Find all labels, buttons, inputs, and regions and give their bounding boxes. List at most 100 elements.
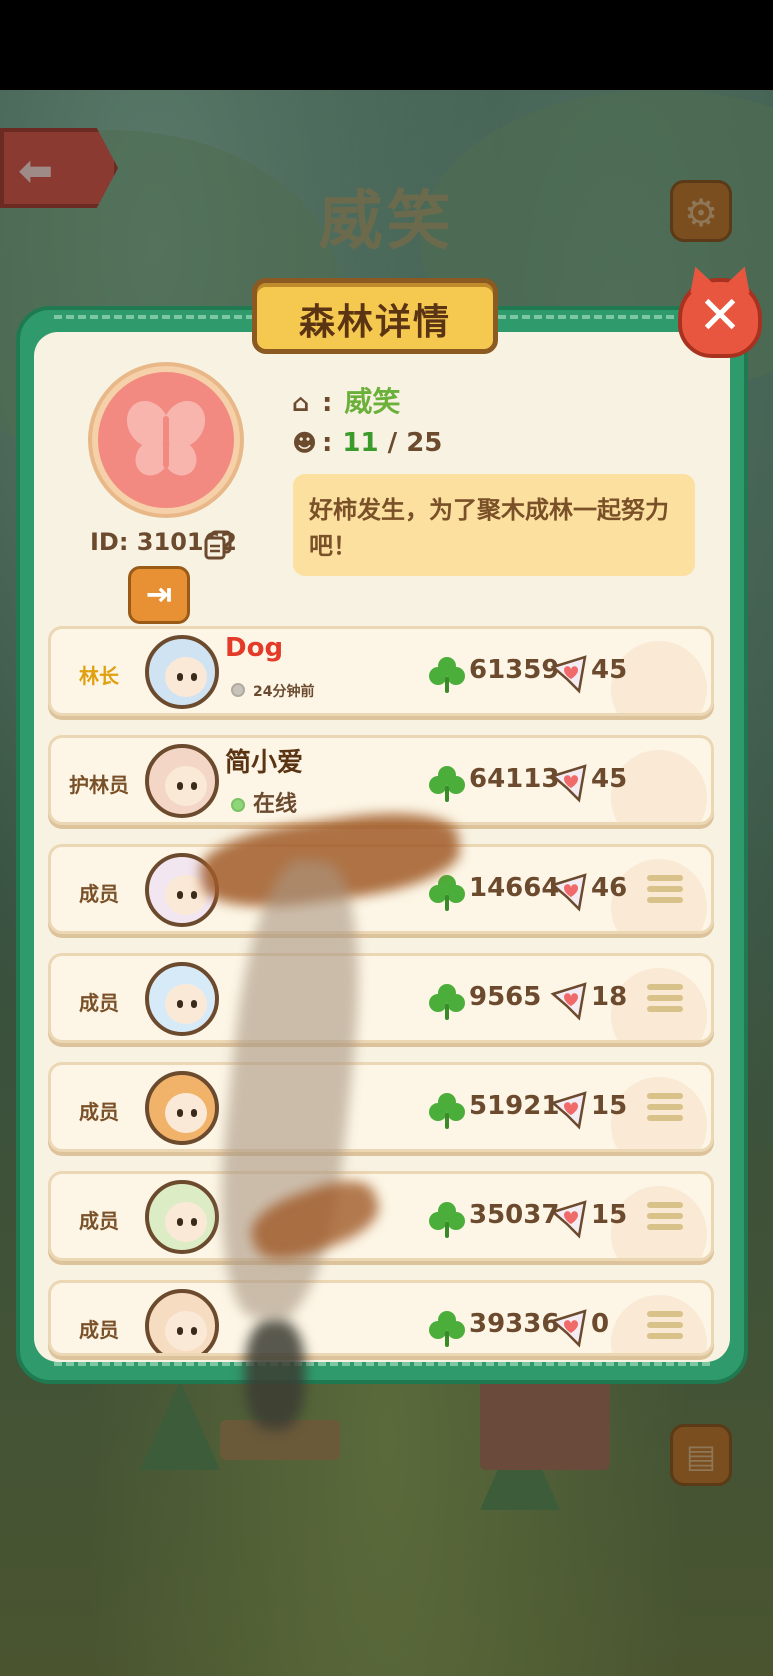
member-row[interactable]: 成员 35037 15 <box>48 1171 714 1261</box>
member-menu-icon[interactable] <box>647 984 683 1018</box>
member-role: 成员 <box>79 991 119 1015</box>
member-score: 61359 <box>469 655 560 685</box>
member-score: 64113 <box>469 764 560 794</box>
avatar-eye <box>177 891 183 899</box>
member-score: 39336 <box>469 1309 560 1339</box>
status-dot <box>231 798 245 812</box>
member-role: 成员 <box>79 1100 119 1124</box>
member-likes: 46 <box>591 873 628 903</box>
member-status: 在线 <box>231 786 297 818</box>
member-menu-icon[interactable] <box>647 875 683 909</box>
avatar-eye <box>191 891 197 899</box>
member-avatar[interactable] <box>145 1071 219 1145</box>
member-score: 9565 <box>469 982 542 1012</box>
member-count: 11 <box>342 428 379 458</box>
member-likes: 45 <box>591 764 628 794</box>
avatar-eye <box>177 673 183 681</box>
member-row[interactable]: 成员 51921 15 <box>48 1062 714 1152</box>
house <box>480 1370 610 1470</box>
member-menu-icon[interactable] <box>647 1202 683 1236</box>
heart-mail-icon <box>550 873 587 912</box>
member-avatar[interactable] <box>145 635 219 709</box>
member-status-text: 在线 <box>253 792 298 817</box>
avatar-face <box>165 1093 207 1133</box>
member-avatar[interactable] <box>145 962 219 1036</box>
back-button[interactable]: ⬅ <box>0 128 118 208</box>
clover-icon <box>429 1093 465 1129</box>
member-role: 护林员 <box>69 773 129 797</box>
avatar-face <box>165 657 207 697</box>
member-row[interactable]: 护林员 简小爱 在线 64113 45 <box>48 735 714 825</box>
member-row[interactable]: 成员 9565 18 <box>48 953 714 1043</box>
profile-card-icon: ▤ <box>685 1437 717 1475</box>
member-likes: 45 <box>591 655 628 685</box>
forest-title: 威笑 <box>318 185 455 259</box>
avatar-eye <box>191 673 197 681</box>
avatar-face <box>165 1311 207 1351</box>
clover-icon <box>429 657 465 693</box>
member-likes: 0 <box>591 1309 610 1339</box>
member-score: 14664 <box>469 873 560 903</box>
member-score: 51921 <box>469 1091 560 1121</box>
member-role: 成员 <box>79 1318 119 1342</box>
clover-icon <box>429 984 465 1020</box>
clover-icon <box>429 875 465 911</box>
heart-mail-icon <box>550 764 587 803</box>
avatar-eye <box>177 1218 183 1226</box>
member-likes: 15 <box>591 1200 628 1230</box>
clover-icon <box>429 766 465 802</box>
close-button[interactable]: ✕ <box>678 278 762 358</box>
heart-mail-icon <box>550 655 587 694</box>
avatar-eye <box>191 1327 197 1335</box>
member-capacity: / 25 <box>387 428 443 458</box>
status-dot <box>231 683 245 697</box>
avatar-face <box>165 766 207 806</box>
avatar-face <box>165 1202 207 1242</box>
member-menu-icon[interactable] <box>647 1311 683 1345</box>
gear-icon: ⚙ <box>683 191 719 235</box>
leave-forest-button[interactable]: ⇥ <box>128 566 190 624</box>
member-likes: 18 <box>591 982 628 1012</box>
dialog-title: 森林详情 <box>298 302 451 343</box>
heart-mail-icon <box>550 1309 587 1348</box>
member-avatar[interactable] <box>145 744 219 818</box>
back-arrow-icon: ⬅ <box>18 146 54 195</box>
dialog-title-plate: 森林详情 <box>252 278 498 354</box>
member-name: Dog <box>225 633 284 663</box>
member-score: 35037 <box>469 1200 560 1230</box>
member-row[interactable]: 成员 39336 0 <box>48 1280 714 1356</box>
scribble-overlay <box>245 1320 305 1430</box>
member-row[interactable]: 林长 Dog 24分钟前 61359 45 <box>48 626 714 716</box>
avatar-eye <box>177 782 183 790</box>
member-menu-icon[interactable] <box>647 1093 683 1127</box>
avatar-eye <box>177 1109 183 1117</box>
member-avatar[interactable] <box>145 1289 219 1353</box>
members-icon: ☻ <box>292 429 318 457</box>
member-name: 简小爱 <box>225 748 304 778</box>
forest-motto: 好柿发生，为了聚木成林一起努力吧！ <box>293 474 695 576</box>
avatar-face <box>165 984 207 1024</box>
forest-name-row: ⌂: 威笑 <box>292 385 401 418</box>
home-icon: ⌂ <box>292 389 310 417</box>
profile-button[interactable]: ▤ <box>670 1424 732 1486</box>
member-likes: 15 <box>591 1091 628 1121</box>
member-count-row: ☻:11 / 25 <box>292 428 443 458</box>
dashed-border <box>54 1362 710 1366</box>
member-avatar[interactable] <box>145 1180 219 1254</box>
exit-door-icon: ⇥ <box>145 575 173 613</box>
tree <box>140 1380 220 1470</box>
member-status-text: 24分钟前 <box>253 684 315 700</box>
member-role: 成员 <box>79 882 119 906</box>
avatar-eye <box>191 1109 197 1117</box>
close-icon: ✕ <box>698 286 742 346</box>
forest-name: 威笑 <box>344 385 401 418</box>
settings-button[interactable]: ⚙ <box>670 180 732 242</box>
heart-mail-icon <box>550 1200 587 1239</box>
member-role: 林长 <box>79 664 119 688</box>
member-status: 24分钟前 <box>231 681 314 701</box>
clover-icon <box>429 1311 465 1347</box>
avatar-eye <box>191 1000 197 1008</box>
avatar-eye <box>191 1218 197 1226</box>
copy-icon[interactable] <box>204 530 232 560</box>
heart-mail-icon <box>550 1091 587 1130</box>
